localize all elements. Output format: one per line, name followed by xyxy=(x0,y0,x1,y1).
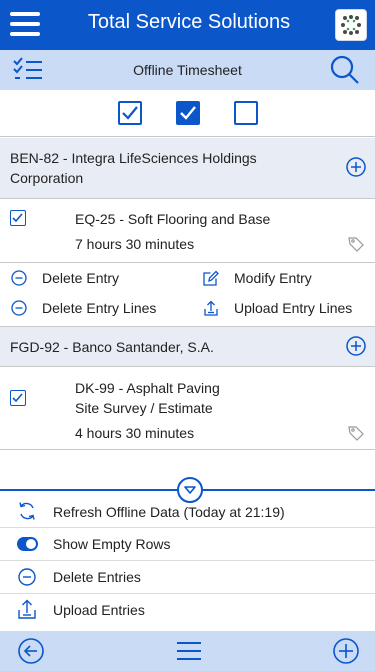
upload-entries-button[interactable]: Upload Entries xyxy=(53,600,145,620)
upload-entry-lines-button[interactable]: Upload Entry Lines xyxy=(234,298,352,318)
divider xyxy=(0,527,375,528)
modify-entry-button[interactable]: Modify Entry xyxy=(234,268,312,288)
delete-entry-lines-button[interactable]: Delete Entry Lines xyxy=(42,298,156,318)
add-circle-icon[interactable] xyxy=(346,336,366,356)
entry-subtitle: Site Survey / Estimate xyxy=(75,400,213,416)
divider xyxy=(0,560,375,561)
page-title: Offline Timesheet xyxy=(133,62,242,78)
tag-icon[interactable] xyxy=(348,236,364,252)
collapse-panel-button[interactable] xyxy=(177,477,203,503)
group-title: FGD-92 - Banco Santander, S.A. xyxy=(10,339,214,355)
minus-circle-icon[interactable] xyxy=(11,270,27,286)
filter-checkbox-filled-checked[interactable] xyxy=(176,101,200,125)
refresh-offline-data-button[interactable]: Refresh Offline Data (Today at 21:19) xyxy=(53,502,285,522)
hamburger-menu-icon[interactable] xyxy=(10,10,40,38)
upload-icon[interactable] xyxy=(17,599,37,619)
divider xyxy=(0,593,375,594)
group-title: BEN-82 - Integra LifeSciences Holdings xyxy=(10,150,257,166)
entry-checkbox[interactable] xyxy=(10,210,26,226)
toggle-knob xyxy=(26,539,36,549)
minus-circle-icon[interactable] xyxy=(11,300,27,316)
divider xyxy=(0,262,375,263)
menu-icon[interactable] xyxy=(176,641,202,661)
show-empty-rows-label[interactable]: Show Empty Rows xyxy=(53,534,170,554)
entry-duration: 4 hours 30 minutes xyxy=(75,425,195,441)
back-arrow-icon[interactable] xyxy=(18,638,44,664)
entry-duration: 7 hours 30 minutes xyxy=(75,236,195,252)
entry-checkbox[interactable] xyxy=(10,390,26,406)
divider xyxy=(0,449,375,450)
entry-title[interactable]: EQ-25 - Soft Flooring and Base xyxy=(75,209,270,229)
delete-entries-button[interactable]: Delete Entries xyxy=(53,567,141,587)
add-circle-icon[interactable] xyxy=(333,638,359,664)
checklist-icon[interactable] xyxy=(12,57,44,83)
upload-icon[interactable] xyxy=(203,300,219,316)
edit-icon[interactable] xyxy=(203,270,219,286)
refresh-icon[interactable] xyxy=(17,501,37,521)
add-circle-icon[interactable] xyxy=(346,157,366,177)
entry-title[interactable]: DK-99 - Asphalt Paving xyxy=(75,378,220,398)
tag-icon[interactable] xyxy=(348,425,364,441)
filter-checkbox-unchecked[interactable] xyxy=(234,101,258,125)
show-empty-rows-toggle[interactable] xyxy=(17,537,38,551)
filter-checkbox-outline-checked[interactable] xyxy=(118,101,142,125)
minus-circle-icon[interactable] xyxy=(17,567,37,587)
app-logo-icon[interactable] xyxy=(335,9,367,41)
delete-entry-button[interactable]: Delete Entry xyxy=(42,268,119,288)
group-title-continued: Corporation xyxy=(10,170,84,186)
search-icon[interactable] xyxy=(330,55,360,85)
app-title: Total Service Solutions xyxy=(87,11,291,33)
